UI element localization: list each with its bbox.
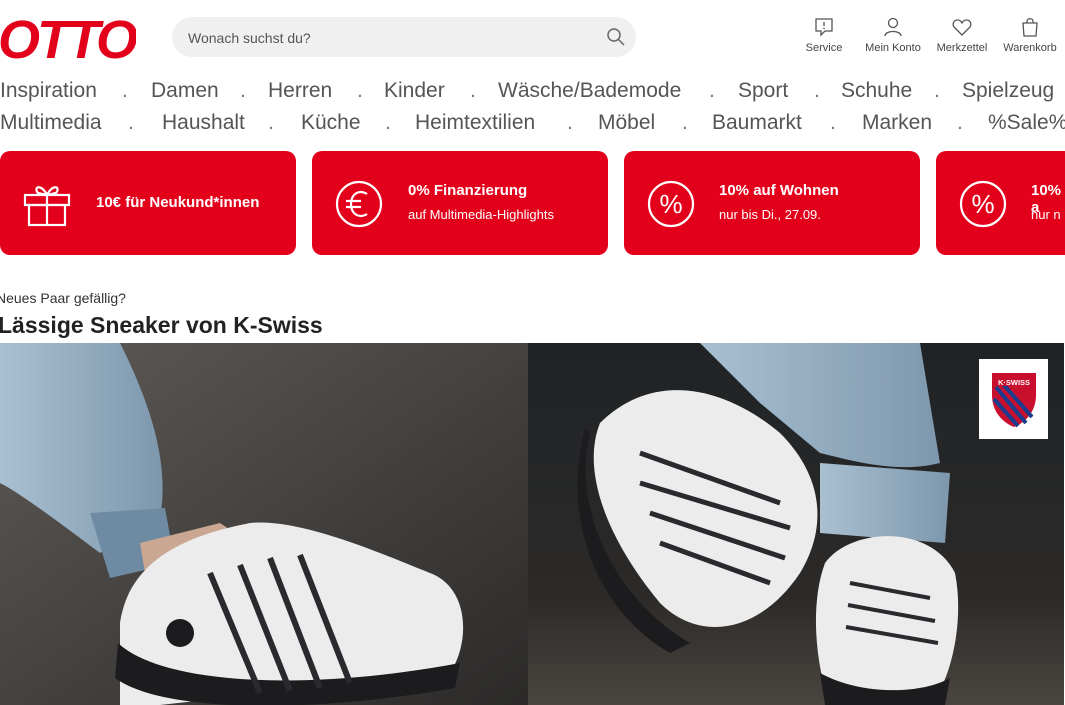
service-label: Service [805,42,843,54]
nav-item-sport[interactable]: Sport [738,79,788,103]
nav-separator: . [385,111,391,134]
promo-subtitle: auf Multimedia-Highlights [408,207,554,222]
nav-separator: . [709,79,715,102]
nav-separator: . [934,79,940,102]
cart-button[interactable]: Warenkorb [997,16,1063,54]
account-label: Mein Konto [865,42,921,54]
nav-separator: . [470,79,476,102]
promo-card-partial[interactable]: % 10% a nur n [936,151,1065,255]
teaser-headline[interactable]: Lässige Sneaker von K-Swiss [0,312,323,339]
percent-icon: % [959,180,1007,228]
nav-item-kueche[interactable]: Küche [301,111,361,135]
logo-text: OTTO [0,10,136,66]
promo-title: 10% auf Wohnen [719,182,839,199]
nav-item-waesche-bademode[interactable]: Wäsche/Bademode [498,79,681,103]
search-input[interactable] [186,17,590,59]
nav-item-spielzeug[interactable]: Spielzeug [962,79,1054,103]
nav-separator: . [567,111,573,134]
k-swiss-logo-badge: K·SWISS [979,359,1048,439]
promo-title: 0% Finanzierung [408,182,528,199]
service-button[interactable]: Service [800,16,848,54]
nav-item-multimedia[interactable]: Multimedia [0,111,102,135]
nav-separator: . [122,79,128,102]
service-icon [815,18,833,37]
nav-item-marken[interactable]: Marken [862,111,932,135]
nav-item-moebel[interactable]: Möbel [598,111,655,135]
wishlist-label: Merkzettel [936,42,988,54]
teaser-kicker: Neues Paar gefällig? [0,290,126,306]
otto-logo[interactable]: OTTO [0,8,141,70]
nav-item-heimtextilien[interactable]: Heimtextilien [415,111,535,135]
nav-item-damen[interactable]: Damen [151,79,219,103]
heart-icon [952,19,972,36]
nav-separator: . [357,79,363,102]
nav-item-sale[interactable]: %Sale% [988,111,1065,135]
wishlist-button[interactable]: Merkzettel [929,16,995,54]
promo-card-financing[interactable]: 0% Finanzierung auf Multimedia-Highlight… [312,151,608,255]
account-button[interactable]: Mein Konto [859,16,927,54]
euro-icon [335,180,383,228]
nav-separator: . [830,111,836,134]
nav-item-inspiration[interactable]: Inspiration [0,79,97,103]
nav-item-baumarkt[interactable]: Baumarkt [712,111,802,135]
search-bar[interactable] [172,17,636,59]
nav-separator: . [682,111,688,134]
gift-icon [23,186,71,227]
nav-separator: . [240,79,246,102]
promo-card-new-customer[interactable]: 10€ für Neukund*innen [0,151,296,255]
promo-card-living[interactable]: % 10% auf Wohnen nur bis Di., 27.09. [624,151,920,255]
nav-item-kinder[interactable]: Kinder [384,79,445,103]
nav-separator: . [814,79,820,102]
cart-label: Warenkorb [1003,42,1057,54]
nav-item-haushalt[interactable]: Haushalt [162,111,245,135]
nav-separator: . [128,111,134,134]
promo-subtitle: nur n [1031,207,1061,222]
nav-separator: . [957,111,963,134]
svg-text:%: % [971,189,994,219]
search-icon[interactable] [606,27,626,47]
nav-separator: . [268,111,274,134]
promo-title: 10€ für Neukund*innen [96,194,260,211]
cart-icon [1022,18,1038,37]
svg-text:%: % [659,189,682,219]
sneaker-photo-left [0,343,528,705]
teaser-hero-image[interactable]: K·SWISS [0,343,1064,705]
promo-subtitle: nur bis Di., 27.09. [719,207,821,222]
nav-item-herren[interactable]: Herren [268,79,332,103]
brand-badge-text: K·SWISS [998,378,1030,387]
percent-icon: % [647,180,695,228]
nav-item-schuhe[interactable]: Schuhe [841,79,912,103]
account-icon [884,17,902,37]
